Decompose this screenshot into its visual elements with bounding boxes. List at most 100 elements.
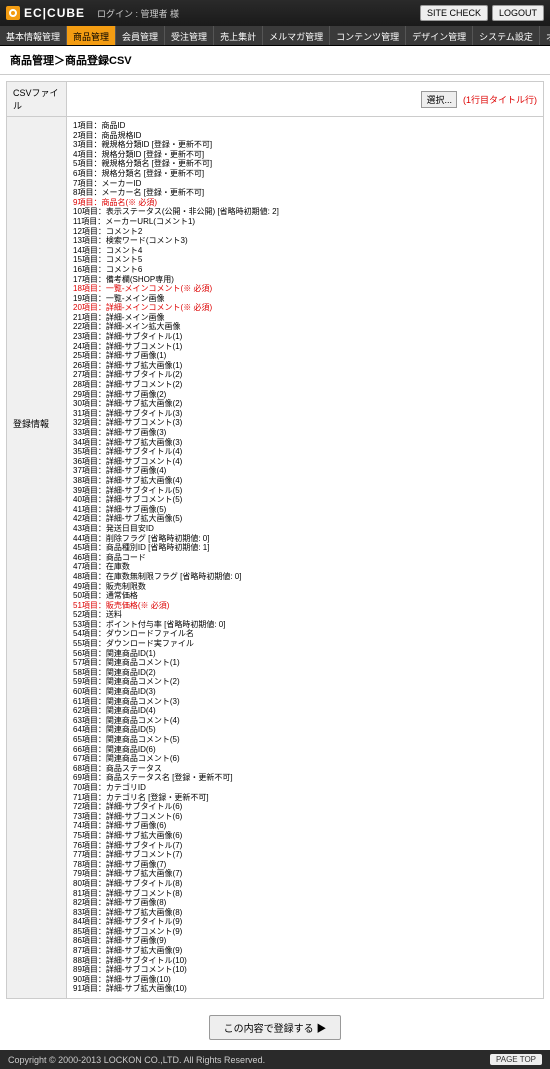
- list-item: 15項目：コメント5: [73, 255, 537, 265]
- list-item: 86項目：詳細-サブ画像(9): [73, 936, 537, 946]
- list-item: 83項目：詳細-サブ拡大画像(8): [73, 908, 537, 918]
- list-item: 72項目：詳細-サブタイトル(6): [73, 802, 537, 812]
- csv-file-label: CSVファイル: [7, 82, 67, 116]
- list-item: 89項目：詳細-サブコメント(10): [73, 965, 537, 975]
- list-item: 34項目：詳細-サブ拡大画像(3): [73, 438, 537, 448]
- list-item: 75項目：詳細-サブ拡大画像(6): [73, 831, 537, 841]
- nav-item-0[interactable]: 基本情報管理: [0, 26, 67, 45]
- list-item: 85項目：詳細-サブコメント(9): [73, 927, 537, 937]
- list-item: 11項目：メーカーURL(コメント1): [73, 217, 537, 227]
- list-item: 1項目：商品ID: [73, 121, 537, 131]
- list-item: 24項目：詳細-サブコメント(1): [73, 342, 537, 352]
- list-item: 14項目：コメント4: [73, 246, 537, 256]
- main-nav: 基本情報管理商品管理会員管理受注管理売上集計メルマガ管理コンテンツ管理デザイン管…: [0, 26, 550, 46]
- breadcrumb: 商品管理＞商品登録CSV: [0, 46, 550, 75]
- list-item: 27項目：詳細-サブタイトル(2): [73, 370, 537, 380]
- list-item: 41項目：詳細-サブ画像(5): [73, 505, 537, 515]
- list-item: 84項目：詳細-サブタイトル(9): [73, 917, 537, 927]
- page-top-button[interactable]: PAGE TOP: [490, 1054, 542, 1065]
- list-item: 42項目：詳細-サブ拡大画像(5): [73, 514, 537, 524]
- nav-item-6[interactable]: コンテンツ管理: [330, 26, 406, 45]
- list-item: 65項目：関連商品コメント(5): [73, 735, 537, 745]
- list-item: 55項目：ダウンロード実ファイル: [73, 639, 537, 649]
- nav-item-7[interactable]: デザイン管理: [406, 26, 473, 45]
- login-info: ログイン : 管理者 様: [97, 7, 179, 20]
- list-item: 63項目：関連商品コメント(4): [73, 716, 537, 726]
- list-item: 76項目：詳細-サブタイトル(7): [73, 841, 537, 851]
- logo-icon: [6, 6, 20, 20]
- list-item: 4項目：規格分類ID [登録・更新不可]: [73, 150, 537, 160]
- list-item: 40項目：詳細-サブコメント(5): [73, 495, 537, 505]
- list-item: 50項目：通常価格: [73, 591, 537, 601]
- list-item: 29項目：詳細-サブ画像(2): [73, 390, 537, 400]
- list-item: 71項目：カテゴリ名 [登録・更新不可]: [73, 793, 537, 803]
- content: CSVファイル 選択... (1行目タイトル行) 登録情報 1項目：商品ID2項…: [6, 81, 544, 999]
- nav-item-5[interactable]: メルマガ管理: [263, 26, 330, 45]
- list-item: 49項目：販売制限数: [73, 582, 537, 592]
- logo-text: EC|CUBE: [24, 6, 85, 20]
- list-item: 37項目：詳細-サブ画像(4): [73, 466, 537, 476]
- list-item: 77項目：詳細-サブコメント(7): [73, 850, 537, 860]
- list-item: 35項目：詳細-サブタイトル(4): [73, 447, 537, 457]
- list-item: 32項目：詳細-サブコメント(3): [73, 418, 537, 428]
- list-item: 70項目：カテゴリID: [73, 783, 537, 793]
- csv-file-row: CSVファイル 選択... (1行目タイトル行): [7, 82, 543, 117]
- list-item: 7項目：メーカーID: [73, 179, 537, 189]
- list-item: 52項目：送料: [73, 610, 537, 620]
- list-item: 22項目：詳細-メイン拡大画像: [73, 322, 537, 332]
- list-item: 64項目：関連商品ID(5): [73, 725, 537, 735]
- list-item: 82項目：詳細-サブ画像(8): [73, 898, 537, 908]
- site-check-button[interactable]: SITE CHECK: [420, 5, 488, 21]
- items-label: 登録情報: [7, 117, 67, 998]
- list-item: 80項目：詳細-サブタイトル(8): [73, 879, 537, 889]
- list-item: 26項目：詳細-サブ拡大画像(1): [73, 361, 537, 371]
- list-item: 81項目：詳細-サブコメント(8): [73, 889, 537, 899]
- list-item: 66項目：関連商品ID(6): [73, 745, 537, 755]
- list-item: 74項目：詳細-サブ画像(6): [73, 821, 537, 831]
- file-note: (1行目タイトル行): [463, 93, 537, 106]
- list-item: 19項目：一覧-メイン画像: [73, 294, 537, 304]
- list-item: 88項目：詳細-サブタイトル(10): [73, 956, 537, 966]
- list-item: 60項目：関連商品ID(3): [73, 687, 537, 697]
- items-list: 1項目：商品ID2項目：商品規格ID3項目：親規格分類ID [登録・更新不可]4…: [67, 117, 543, 998]
- list-item: 61項目：関連商品コメント(3): [73, 697, 537, 707]
- submit-button[interactable]: この内容で登録する ▶: [209, 1015, 342, 1040]
- items-row: 登録情報 1項目：商品ID2項目：商品規格ID3項目：親規格分類ID [登録・更…: [7, 117, 543, 998]
- list-item: 54項目：ダウンロードファイル名: [73, 629, 537, 639]
- list-item: 68項目：商品ステータス: [73, 764, 537, 774]
- logout-button[interactable]: LOGOUT: [492, 5, 544, 21]
- list-item: 87項目：詳細-サブ拡大画像(9): [73, 946, 537, 956]
- list-item: 56項目：関連商品ID(1): [73, 649, 537, 659]
- list-item: 78項目：詳細-サブ画像(7): [73, 860, 537, 870]
- nav-item-3[interactable]: 受注管理: [165, 26, 214, 45]
- list-item: 12項目：コメント2: [73, 227, 537, 237]
- list-item: 18項目：一覧-メインコメント(※ 必須): [73, 284, 537, 294]
- list-item: 33項目：詳細-サブ画像(3): [73, 428, 537, 438]
- list-item: 9項目：商品名(※ 必須): [73, 198, 537, 208]
- list-item: 38項目：詳細-サブ拡大画像(4): [73, 476, 537, 486]
- nav-item-4[interactable]: 売上集計: [214, 26, 263, 45]
- list-item: 46項目：商品コード: [73, 553, 537, 563]
- nav-item-1[interactable]: 商品管理: [67, 26, 116, 45]
- list-item: 28項目：詳細-サブコメント(2): [73, 380, 537, 390]
- list-item: 5項目：親規格分類名 [登録・更新不可]: [73, 159, 537, 169]
- header-buttons: SITE CHECK LOGOUT: [420, 5, 544, 21]
- list-item: 57項目：関連商品コメント(1): [73, 658, 537, 668]
- file-select-button[interactable]: 選択...: [421, 91, 457, 108]
- list-item: 51項目：販売価格(※ 必須): [73, 601, 537, 611]
- list-item: 73項目：詳細-サブコメント(6): [73, 812, 537, 822]
- list-item: 8項目：メーカー名 [登録・更新不可]: [73, 188, 537, 198]
- nav-item-9[interactable]: オーナーズストア: [540, 26, 550, 45]
- list-item: 23項目：詳細-サブタイトル(1): [73, 332, 537, 342]
- nav-item-8[interactable]: システム設定: [473, 26, 540, 45]
- list-item: 69項目：商品ステータス名 [登録・更新不可]: [73, 773, 537, 783]
- list-item: 30項目：詳細-サブ拡大画像(2): [73, 399, 537, 409]
- list-item: 67項目：関連商品コメント(6): [73, 754, 537, 764]
- list-item: 36項目：詳細-サブコメント(4): [73, 457, 537, 467]
- list-item: 58項目：関連商品ID(2): [73, 668, 537, 678]
- list-item: 45項目：商品種別ID [省略時初期値: 1]: [73, 543, 537, 553]
- list-item: 79項目：詳細-サブ拡大画像(7): [73, 869, 537, 879]
- list-item: 25項目：詳細-サブ画像(1): [73, 351, 537, 361]
- nav-item-2[interactable]: 会員管理: [116, 26, 165, 45]
- footer: Copyright © 2000-2013 LOCKON CO.,LTD. Al…: [0, 1050, 550, 1069]
